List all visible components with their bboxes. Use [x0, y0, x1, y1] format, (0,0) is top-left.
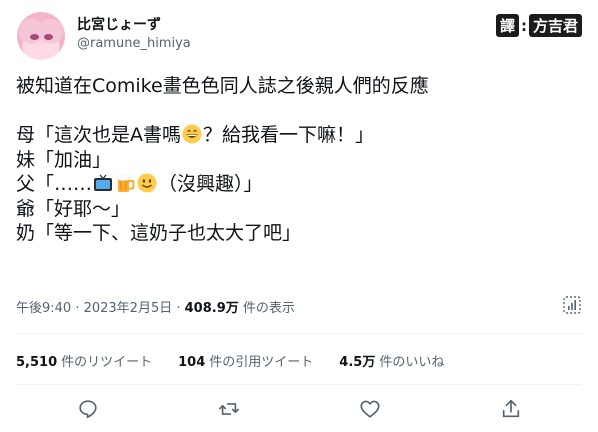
beer-mug-icon	[116, 174, 135, 192]
views-label: 件の表示	[238, 301, 295, 316]
retweets-stat[interactable]: 5,510 件のリツイート	[16, 351, 152, 370]
divider	[16, 384, 582, 385]
divider	[16, 333, 582, 334]
author-display-name[interactable]: 比宮じょーず	[77, 14, 161, 34]
translator-prefix: 譯	[495, 14, 519, 37]
translator-separator: :	[520, 16, 527, 35]
analytics-icon[interactable]	[563, 296, 581, 314]
views-count: 408.9万	[184, 301, 239, 316]
reply-icon[interactable]	[77, 398, 99, 420]
like-icon[interactable]	[359, 398, 381, 420]
tweet-line-segment: ？給我看一下嘛！」	[203, 124, 375, 146]
tweet-line-empty	[16, 99, 576, 124]
likes-label: 件のいいね	[379, 355, 445, 370]
tweet-meta: 午後9:40 · 2023年2月5日 · 408.9万 件の表示	[16, 297, 295, 316]
retweets-count: 5,510	[16, 355, 58, 370]
engagement-stats: 5,510 件のリツイート 104 件の引用ツイート 4.5万 件のいいね	[16, 351, 444, 370]
television-icon	[94, 174, 113, 191]
quotes-stat[interactable]: 104 件の引用ツイート	[178, 351, 313, 370]
likes-count: 4.5万	[339, 355, 376, 370]
translator-name: 方吉君	[528, 14, 582, 37]
tweet-line: 被知道在Comike畫色色同人誌之後親人們的反應	[16, 75, 429, 97]
avatar-eye	[44, 34, 53, 40]
author-handle[interactable]: @ramune_himiya	[77, 36, 191, 51]
tweet-line-segment: （沒興趣）」	[158, 173, 263, 195]
tweet-line: 妹「加油」	[16, 148, 112, 171]
tweet-line: 爺「好耶～」	[16, 197, 131, 220]
retweet-icon[interactable]	[218, 398, 240, 420]
likes-stat[interactable]: 4.5万 件のいいね	[339, 351, 444, 370]
avatar-eye	[30, 34, 39, 40]
tweet-line: 母「這次也是A書嗎 ？給我看一下嘛！」	[16, 123, 576, 148]
tweet-actions	[0, 393, 598, 425]
retweets-label: 件のリツイート	[61, 355, 153, 370]
tweet-line: 奶「等一下、這奶子也太大了吧」	[16, 222, 302, 244]
tweet-line: 父「…… （沒興趣）」	[16, 172, 576, 197]
share-icon[interactable]	[500, 398, 522, 420]
tweet-line-segment: 父「……	[16, 173, 93, 195]
grinning-face-icon	[182, 124, 202, 144]
quotes-count: 104	[178, 355, 206, 370]
avatar[interactable]	[17, 12, 65, 60]
tweet-line-segment: 母「這次也是A書嗎	[16, 124, 181, 146]
tweet-text: 被知道在Comike畫色色同人誌之後親人們的反應 母「這次也是A書嗎 ？給我看一下…	[16, 74, 576, 246]
translator-badge: 譯 : 方吉君	[495, 14, 582, 37]
slightly-smiling-face-icon	[137, 173, 157, 193]
quotes-label: 件の引用ツイート	[209, 355, 314, 370]
tweet-timestamp[interactable]: 午後9:40 · 2023年2月5日 ·	[16, 301, 185, 316]
